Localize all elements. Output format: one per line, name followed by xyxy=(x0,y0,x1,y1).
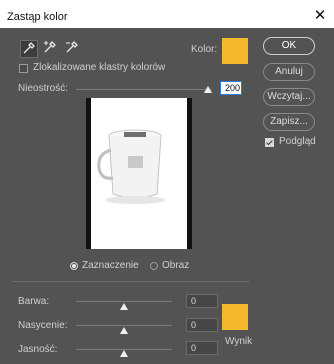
fuzziness-input[interactable]: 200 xyxy=(220,81,242,95)
close-icon[interactable]: ✕ xyxy=(311,7,329,25)
image-radio[interactable] xyxy=(150,262,158,270)
section-divider xyxy=(12,281,250,282)
result-swatch[interactable] xyxy=(222,304,248,330)
hue-slider-track[interactable] xyxy=(76,301,172,302)
fuzziness-slider-track[interactable] xyxy=(76,89,212,90)
preview-label: Podgląd xyxy=(279,136,316,147)
title-bar: Zastąp kolor ✕ xyxy=(0,6,334,28)
lightness-input[interactable]: 0 xyxy=(186,341,218,355)
localized-clusters-label: Zlokalizowane klastry kolorów xyxy=(33,62,166,73)
fuzziness-slider-thumb[interactable] xyxy=(204,86,212,93)
eyedropper-plus-icon[interactable] xyxy=(42,40,58,56)
saturation-label: Nasycenie: xyxy=(18,320,68,331)
image-radio-label: Obraz xyxy=(162,260,190,271)
hue-input[interactable]: 0 xyxy=(186,294,218,308)
selection-radio-label: Zaznaczenie xyxy=(82,260,139,271)
saturation-slider-thumb[interactable] xyxy=(120,327,128,334)
load-button[interactable]: Wczytaj... xyxy=(263,88,315,106)
saturation-slider-track[interactable] xyxy=(76,325,172,326)
eyedropper-minus-icon[interactable] xyxy=(64,40,80,56)
save-button[interactable]: Zapisz... xyxy=(263,113,315,131)
window-title: Zastąp kolor xyxy=(7,11,68,23)
eyedropper-icon[interactable] xyxy=(20,40,38,58)
localized-clusters-checkbox[interactable] xyxy=(19,64,28,73)
selection-preview xyxy=(86,98,192,249)
saturation-input[interactable]: 0 xyxy=(186,318,218,332)
result-label: Wynik xyxy=(225,336,253,347)
fuzziness-label: Nieostrość: xyxy=(18,83,69,94)
ok-button[interactable]: OK xyxy=(263,37,315,55)
replace-color-dialog: Zlokalizowane klastry kolorów Kolor: Nie… xyxy=(0,28,334,364)
selection-radio[interactable] xyxy=(70,262,78,270)
cancel-button[interactable]: Anuluj xyxy=(263,63,315,81)
lightness-slider-thumb[interactable] xyxy=(120,350,128,357)
color-label: Kolor: xyxy=(191,44,218,55)
preview-checkbox[interactable] xyxy=(265,138,274,147)
lightness-label: Jasność: xyxy=(18,344,58,355)
hue-slider-thumb[interactable] xyxy=(120,303,128,310)
mug-preview-image xyxy=(97,129,165,204)
hue-label: Barwa: xyxy=(18,296,50,307)
color-swatch[interactable] xyxy=(222,38,248,64)
